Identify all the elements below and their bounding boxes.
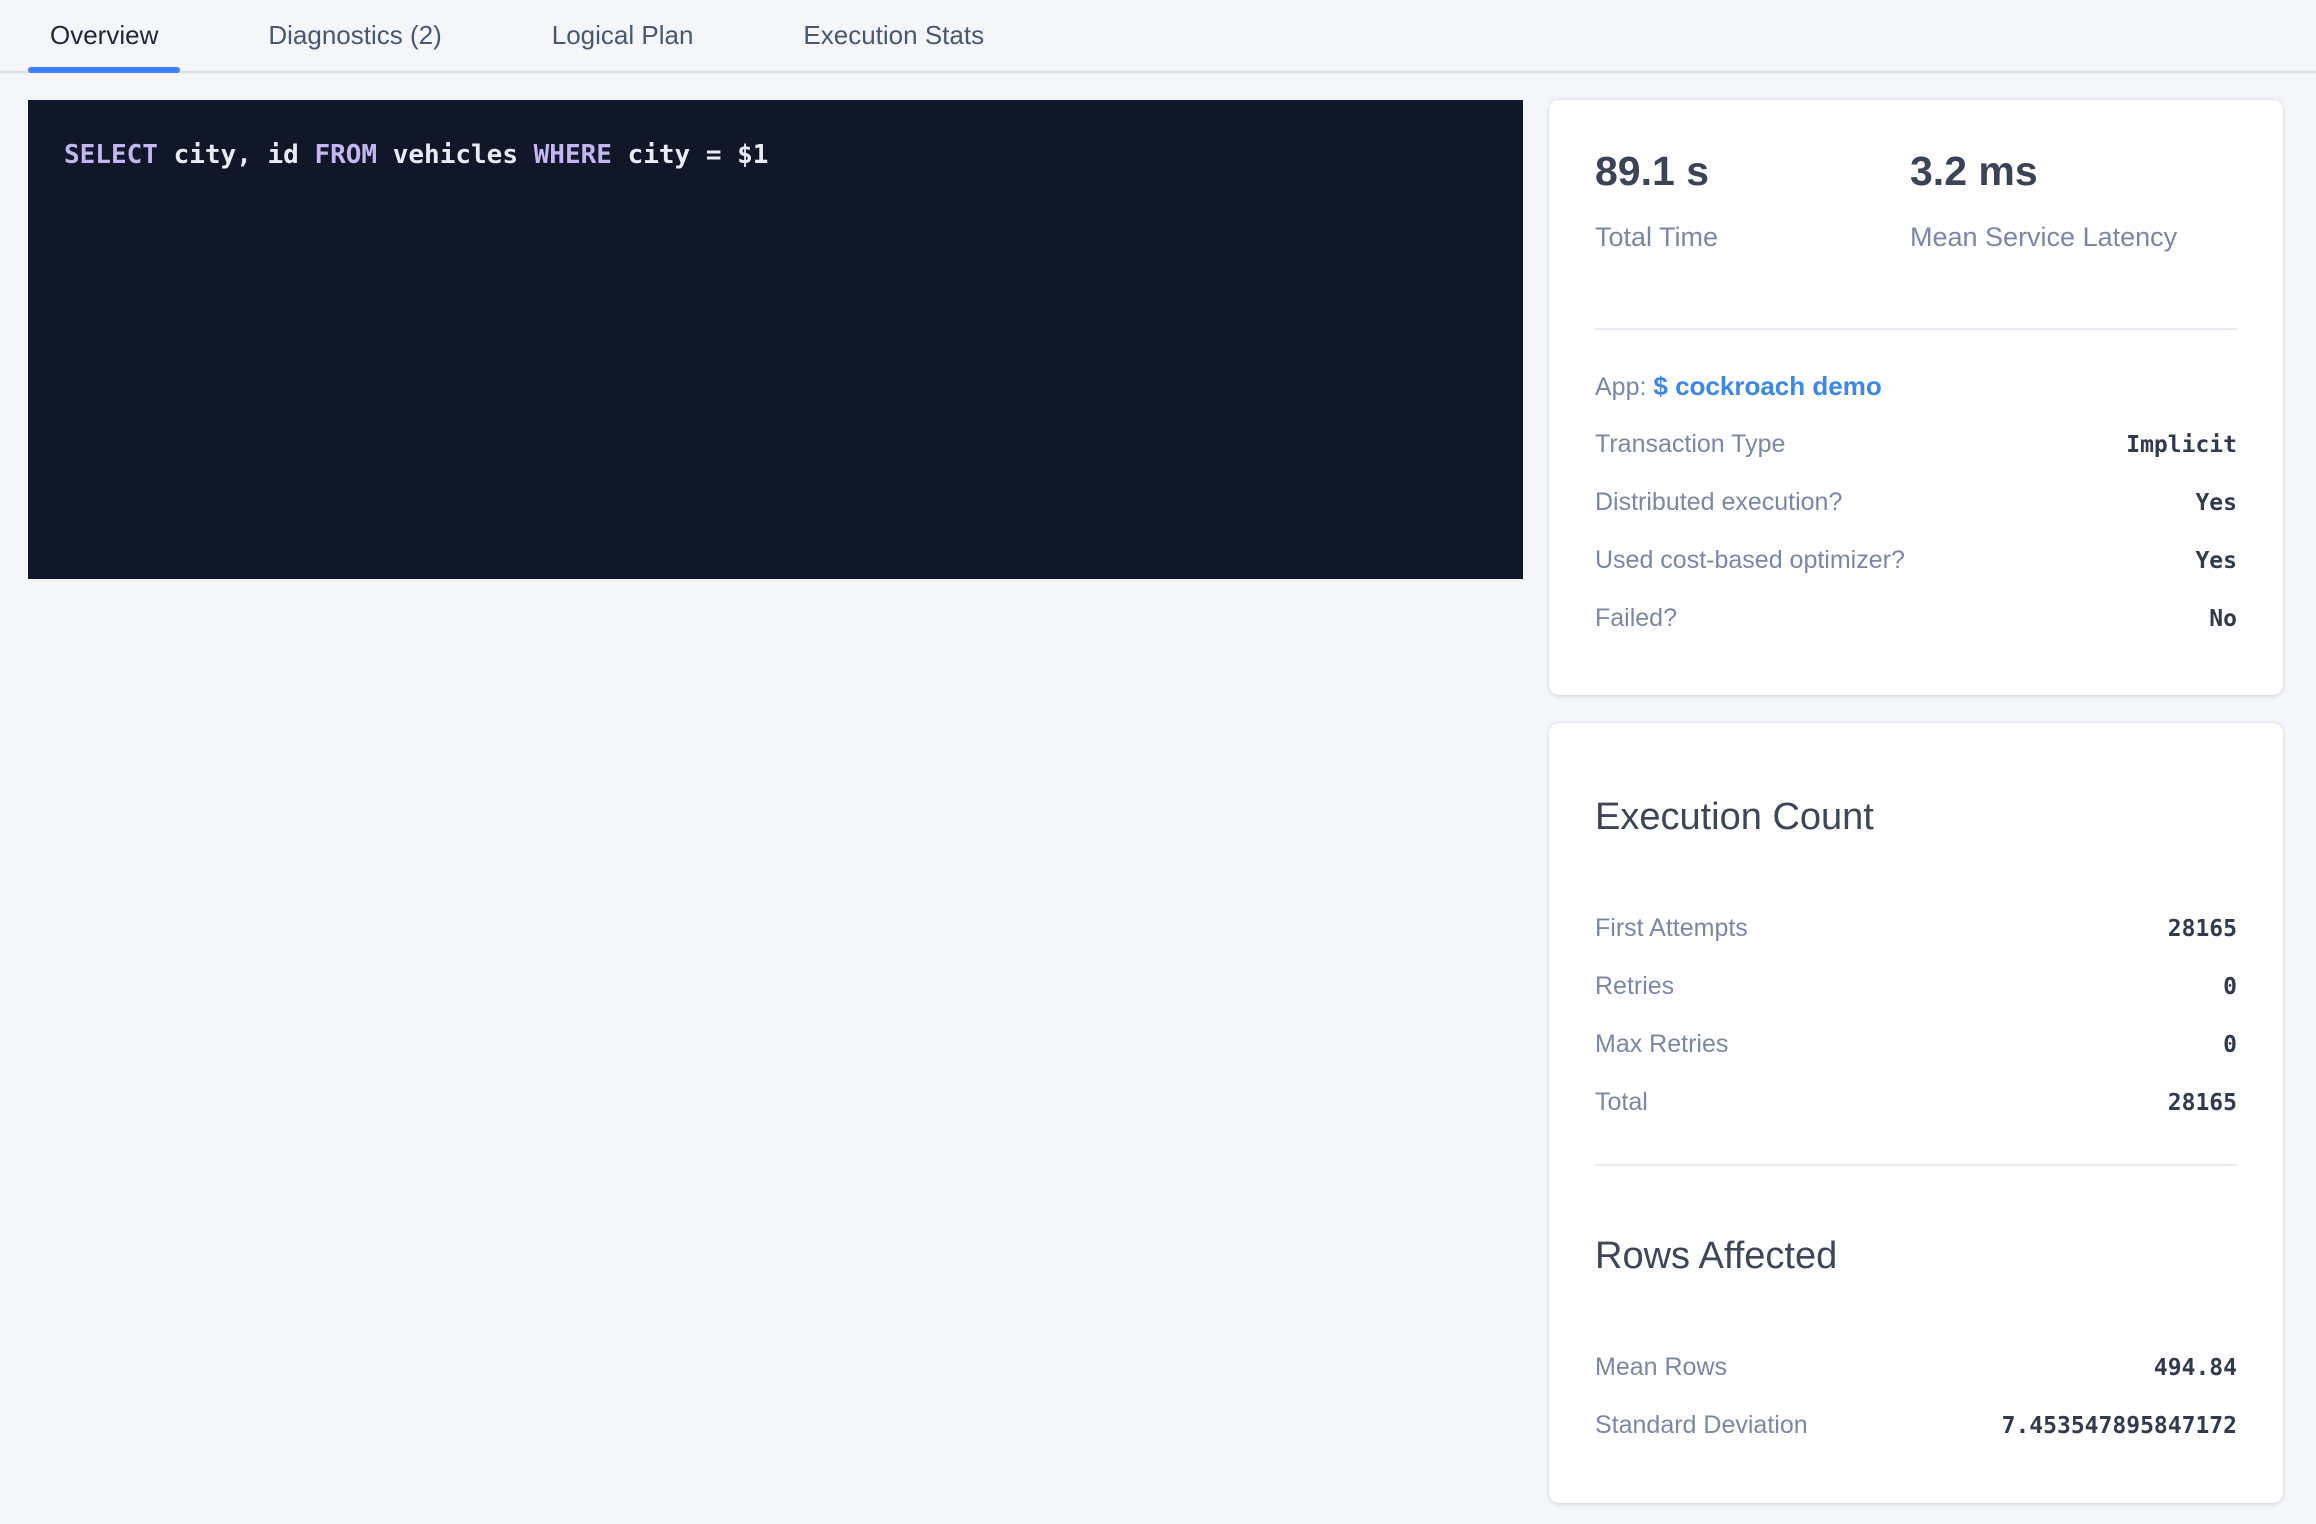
transaction-type-value: Implicit bbox=[2126, 430, 2237, 460]
tab-logical-plan[interactable]: Logical Plan bbox=[530, 0, 716, 71]
mean-rows-label: Mean Rows bbox=[1595, 1352, 1727, 1382]
total-time-label: Total Time bbox=[1595, 222, 1910, 252]
max-retries-value: 0 bbox=[2223, 1030, 2237, 1060]
overview-tab-content: SELECT city, id FROM vehicles WHERE city… bbox=[0, 73, 2316, 1503]
execution-count-title: Execution Count bbox=[1595, 723, 2237, 839]
sql-statement-text: SELECT city, id FROM vehicles WHERE city… bbox=[64, 138, 1483, 172]
tab-execution-stats[interactable]: Execution Stats bbox=[781, 0, 1006, 71]
statement-summary-card: 89.1 s Total Time 3.2 ms Mean Service La… bbox=[1549, 100, 2283, 695]
sql-keyword: WHERE bbox=[534, 140, 628, 170]
tab-diagnostics[interactable]: Diagnostics (2) bbox=[246, 0, 463, 71]
distributed-execution-label: Distributed execution? bbox=[1595, 487, 1842, 517]
card-divider bbox=[1595, 328, 2237, 330]
standard-deviation-label: Standard Deviation bbox=[1595, 1410, 1808, 1440]
tab-overview[interactable]: Overview bbox=[28, 0, 180, 71]
failed-value: No bbox=[2209, 604, 2237, 634]
cost-based-optimizer-label: Used cost-based optimizer? bbox=[1595, 545, 1905, 575]
cost-based-optimizer-value: Yes bbox=[2195, 546, 2237, 576]
first-attempts-value: 28165 bbox=[2168, 914, 2237, 944]
retries-label: Retries bbox=[1595, 971, 1674, 1001]
max-retries-label: Max Retries bbox=[1595, 1029, 1728, 1059]
execution-stats-card: Execution Count First Attempts 28165 Ret… bbox=[1549, 723, 2283, 1503]
transaction-type-label: Transaction Type bbox=[1595, 429, 1785, 459]
mean-service-latency-label: Mean Service Latency bbox=[1910, 222, 2177, 252]
app-label: App: bbox=[1595, 373, 1646, 401]
property-row: Transaction Type Implicit bbox=[1595, 429, 2237, 460]
property-row: Distributed execution? Yes bbox=[1595, 487, 2237, 518]
stat-row: Total 28165 bbox=[1595, 1087, 2237, 1118]
mean-service-latency-value: 3.2 ms bbox=[1910, 148, 2177, 194]
sql-statement-box: SELECT city, id FROM vehicles WHERE city… bbox=[28, 100, 1523, 579]
total-label: Total bbox=[1595, 1087, 1648, 1117]
sql-identifier: city, id bbox=[174, 140, 315, 170]
summary-stats-row: 89.1 s Total Time 3.2 ms Mean Service La… bbox=[1595, 100, 2237, 252]
app-row: App: $ cockroach demo bbox=[1595, 370, 2237, 403]
sql-identifier: city = $1 bbox=[628, 140, 769, 170]
sql-keyword: SELECT bbox=[64, 140, 174, 170]
sql-identifier: vehicles bbox=[393, 140, 534, 170]
total-time-value: 89.1 s bbox=[1595, 148, 1910, 194]
distributed-execution-value: Yes bbox=[2195, 488, 2237, 518]
total-value: 28165 bbox=[2168, 1088, 2237, 1118]
sql-keyword: FROM bbox=[314, 140, 392, 170]
stat-row: Mean Rows 494.84 bbox=[1595, 1352, 2237, 1383]
first-attempts-label: First Attempts bbox=[1595, 913, 1748, 943]
rows-affected-title: Rows Affected bbox=[1595, 1234, 2237, 1278]
app-link[interactable]: $ cockroach demo bbox=[1653, 371, 1881, 401]
tab-bar: Overview Diagnostics (2) Logical Plan Ex… bbox=[0, 0, 2316, 73]
stat-row: First Attempts 28165 bbox=[1595, 913, 2237, 944]
right-column: 89.1 s Total Time 3.2 ms Mean Service La… bbox=[1549, 100, 2283, 1503]
stat-row: Retries 0 bbox=[1595, 971, 2237, 1002]
mean-rows-value: 494.84 bbox=[2154, 1353, 2237, 1383]
mean-service-latency-stat: 3.2 ms Mean Service Latency bbox=[1910, 148, 2177, 252]
stat-row: Max Retries 0 bbox=[1595, 1029, 2237, 1060]
failed-label: Failed? bbox=[1595, 603, 1677, 633]
stat-row: Standard Deviation 7.453547895847172 bbox=[1595, 1410, 2237, 1441]
standard-deviation-value: 7.453547895847172 bbox=[2002, 1411, 2237, 1441]
property-row: Used cost-based optimizer? Yes bbox=[1595, 545, 2237, 576]
total-time-stat: 89.1 s Total Time bbox=[1595, 148, 1910, 252]
property-row: Failed? No bbox=[1595, 603, 2237, 634]
retries-value: 0 bbox=[2223, 972, 2237, 1002]
card-divider bbox=[1595, 1164, 2237, 1166]
